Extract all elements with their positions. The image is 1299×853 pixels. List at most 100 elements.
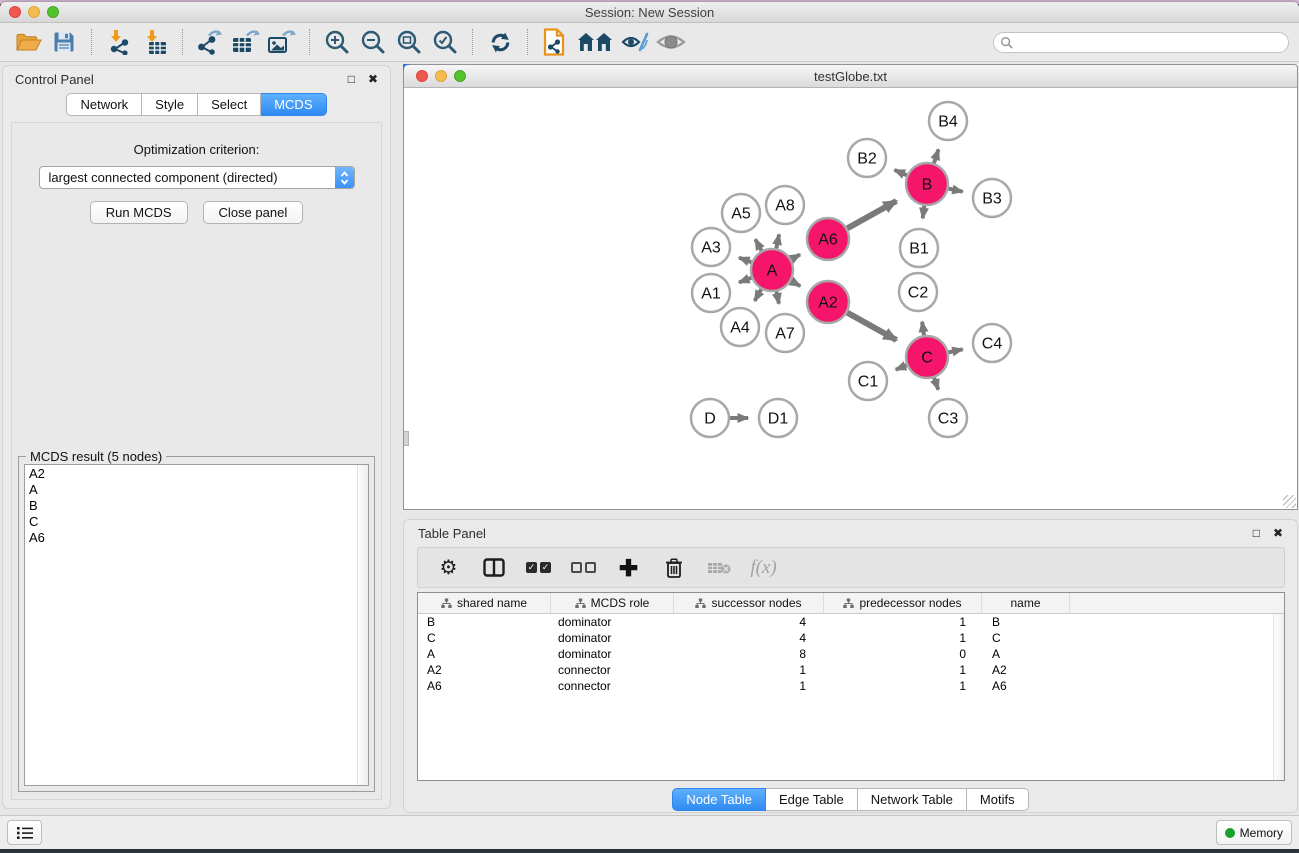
- export-image-button[interactable]: [264, 27, 300, 57]
- cell[interactable]: 4: [674, 631, 824, 645]
- graph-node-A3[interactable]: A3: [692, 228, 730, 266]
- cell[interactable]: 4: [674, 615, 824, 629]
- table-row[interactable]: Bdominator41B: [418, 614, 1284, 630]
- mcds-result-item[interactable]: A: [29, 482, 368, 498]
- new-network-from-selection-button[interactable]: [537, 27, 573, 57]
- graph-edge-C-C4[interactable]: [949, 349, 963, 352]
- close-table-panel-icon[interactable]: ✖: [1273, 527, 1283, 539]
- search-input[interactable]: [1017, 35, 1282, 49]
- panel-splitter-handle[interactable]: [404, 431, 409, 446]
- cell[interactable]: 1: [824, 631, 982, 645]
- delete-columns-button[interactable]: [651, 551, 696, 585]
- birds-eye-view-button[interactable]: [653, 27, 689, 57]
- result-list-scrollbar[interactable]: [357, 465, 368, 785]
- window-resize-grip[interactable]: [1283, 495, 1296, 508]
- tab-edge-table[interactable]: Edge Table: [766, 788, 858, 811]
- graph-node-A6[interactable]: A6: [807, 218, 849, 260]
- graph-node-A[interactable]: A: [751, 249, 793, 291]
- graph-node-D1[interactable]: D1: [759, 399, 797, 437]
- mcds-result-item[interactable]: A2: [29, 466, 368, 482]
- graph-edge-B-B2[interactable]: [895, 170, 907, 175]
- graph-node-B3[interactable]: B3: [973, 179, 1011, 217]
- graph-edge-A-A8[interactable]: [776, 234, 779, 248]
- graph-edge-A-A1[interactable]: [739, 278, 751, 283]
- cell[interactable]: 8: [674, 647, 824, 661]
- table-row[interactable]: Cdominator41C: [418, 630, 1284, 646]
- zoom-in-button[interactable]: [319, 27, 355, 57]
- tab-mcds[interactable]: MCDS: [261, 93, 326, 116]
- show-task-history-button[interactable]: [7, 820, 42, 845]
- cell[interactable]: A: [982, 647, 1070, 661]
- tab-motifs[interactable]: Motifs: [967, 788, 1029, 811]
- mcds-result-list[interactable]: A2ABCA6: [24, 464, 369, 786]
- clear-all-checks-button[interactable]: [561, 551, 606, 585]
- graph-node-B2[interactable]: B2: [848, 139, 886, 177]
- function-builder-button[interactable]: f(x): [741, 551, 786, 585]
- run-mcds-button[interactable]: Run MCDS: [90, 201, 188, 224]
- graph-node-A1[interactable]: A1: [692, 274, 730, 312]
- table-options-button[interactable]: ⚙: [426, 551, 471, 585]
- import-table-button[interactable]: [137, 27, 173, 57]
- cell[interactable]: 1: [824, 679, 982, 693]
- graph-node-A4[interactable]: A4: [721, 308, 759, 346]
- column-header-successor-nodes[interactable]: successor nodes: [674, 593, 824, 613]
- graph-edge-A-A3[interactable]: [739, 258, 751, 263]
- graph-edge-C-C3[interactable]: [934, 378, 938, 390]
- tab-node-table[interactable]: Node Table: [672, 788, 766, 811]
- graph-node-C3[interactable]: C3: [929, 399, 967, 437]
- graph-edge-A-A6[interactable]: [791, 254, 800, 259]
- graph-node-B1[interactable]: B1: [900, 229, 938, 267]
- table-row[interactable]: A2connector11A2: [418, 662, 1284, 678]
- cell[interactable]: 1: [674, 663, 824, 677]
- close-panel-button[interactable]: Close panel: [203, 201, 304, 224]
- graph-edge-C-C1[interactable]: [896, 365, 907, 369]
- graph-node-A2[interactable]: A2: [807, 281, 849, 323]
- save-session-button[interactable]: [46, 27, 82, 57]
- add-column-button[interactable]: ✚: [606, 551, 651, 585]
- graph-node-B[interactable]: B: [906, 163, 948, 205]
- table-row[interactable]: Adominator80A: [418, 646, 1284, 662]
- show-all-views-button[interactable]: [573, 27, 617, 57]
- apply-layout-button[interactable]: [482, 27, 518, 57]
- export-table-button[interactable]: [228, 27, 264, 57]
- import-network-button[interactable]: [101, 27, 137, 57]
- graph-node-C2[interactable]: C2: [899, 273, 937, 311]
- cell[interactable]: dominator: [551, 647, 674, 661]
- mcds-result-item[interactable]: C: [29, 514, 368, 530]
- graph-edge-A-A7[interactable]: [776, 292, 778, 304]
- graph-node-D[interactable]: D: [691, 399, 729, 437]
- open-file-button[interactable]: [10, 27, 46, 57]
- export-network-button[interactable]: [192, 27, 228, 57]
- close-panel-icon[interactable]: ✖: [368, 73, 378, 85]
- cell[interactable]: connector: [551, 663, 674, 677]
- graph-node-B4[interactable]: B4: [929, 102, 967, 140]
- mcds-result-item[interactable]: B: [29, 498, 368, 514]
- search-field[interactable]: [993, 32, 1289, 53]
- cell[interactable]: A6: [982, 679, 1070, 693]
- zoom-out-button[interactable]: [355, 27, 391, 57]
- cell[interactable]: B: [418, 615, 551, 629]
- graph-edge-B-B1[interactable]: [923, 206, 925, 218]
- zoom-fit-button[interactable]: [391, 27, 427, 57]
- graph-node-C1[interactable]: C1: [849, 362, 887, 400]
- graph-edge-A-A4[interactable]: [755, 289, 762, 301]
- cell[interactable]: 1: [824, 615, 982, 629]
- cell[interactable]: A2: [982, 663, 1070, 677]
- optimization-criterion-select[interactable]: largest connected component (directed): [39, 166, 355, 189]
- cell[interactable]: A6: [418, 679, 551, 693]
- column-header-mcds-role[interactable]: MCDS role: [551, 593, 674, 613]
- tab-style[interactable]: Style: [142, 93, 198, 116]
- cell[interactable]: connector: [551, 679, 674, 693]
- zoom-selected-button[interactable]: [427, 27, 463, 57]
- cell[interactable]: C: [418, 631, 551, 645]
- column-header-predecessor-nodes[interactable]: predecessor nodes: [824, 593, 982, 613]
- hide-selected-button[interactable]: [617, 27, 653, 57]
- graph-edge-A2-C[interactable]: [847, 313, 896, 340]
- graph-edge-C-C2[interactable]: [922, 322, 924, 335]
- cell[interactable]: 0: [824, 647, 982, 661]
- cell[interactable]: A2: [418, 663, 551, 677]
- show-columns-button[interactable]: [471, 551, 516, 585]
- tab-network[interactable]: Network: [66, 93, 142, 116]
- tab-network-table[interactable]: Network Table: [858, 788, 967, 811]
- table-row[interactable]: A6connector11A6: [418, 678, 1284, 694]
